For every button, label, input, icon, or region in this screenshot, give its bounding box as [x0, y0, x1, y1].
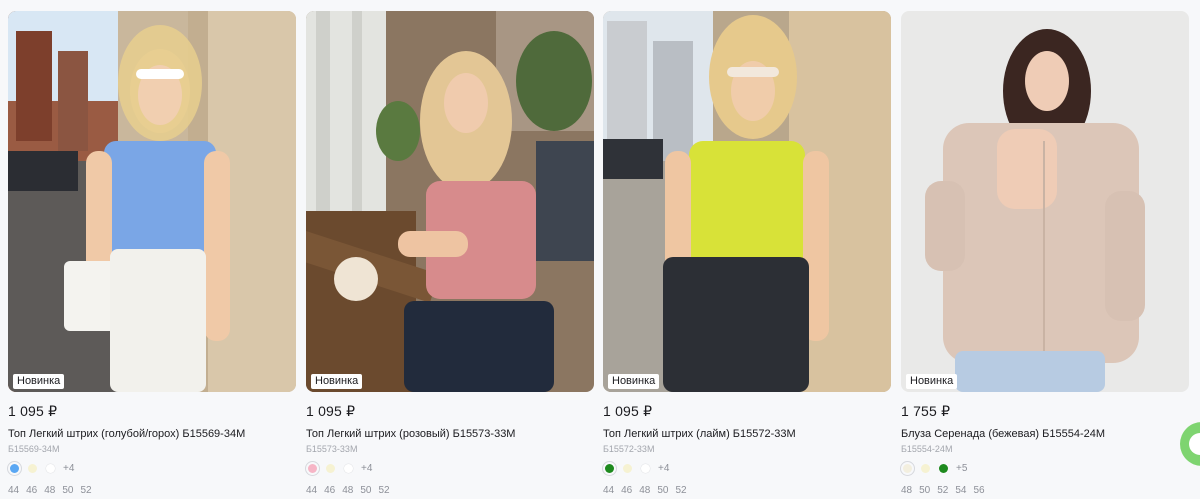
product-sku: Б15569-34М: [8, 444, 60, 454]
size-option[interactable]: 52: [937, 485, 948, 497]
more-colors[interactable]: +5: [956, 463, 967, 474]
color-swatches: +5: [901, 461, 967, 475]
size-option[interactable]: 50: [360, 485, 371, 497]
size-option[interactable]: 44: [306, 485, 317, 497]
color-swatch[interactable]: [901, 462, 914, 475]
size-option[interactable]: 46: [621, 485, 632, 497]
size-list: 44 46 48 50 52: [8, 485, 92, 497]
color-swatches: +4: [306, 461, 372, 475]
woman-blue-top-photo: [8, 11, 296, 392]
color-swatch[interactable]: [937, 462, 950, 475]
product-grid: Новинка 1 095 ₽ Топ Легкий штрих (голубо…: [8, 11, 1189, 499]
size-option[interactable]: 52: [676, 485, 687, 497]
product-card[interactable]: Новинка 1 095 ₽ Топ Легкий штрих (голубо…: [8, 11, 296, 499]
color-swatch[interactable]: [8, 462, 21, 475]
size-option[interactable]: 54: [955, 485, 966, 497]
product-sku: Б15554-24М: [901, 444, 953, 454]
product-card[interactable]: Новинка 1 095 ₽ Топ Легкий штрих (розовы…: [306, 11, 594, 499]
size-option[interactable]: 52: [379, 485, 390, 497]
more-colors[interactable]: +4: [361, 463, 372, 474]
size-option[interactable]: 50: [919, 485, 930, 497]
size-option[interactable]: 46: [26, 485, 37, 497]
new-badge: Новинка: [608, 374, 660, 389]
color-swatch[interactable]: [342, 462, 355, 475]
size-list: 48 50 52 54 56: [901, 485, 985, 497]
color-swatch[interactable]: [603, 462, 616, 475]
product-card[interactable]: Новинка 1 755 ₽ Блуза Серенада (бежевая)…: [901, 11, 1189, 499]
color-swatch[interactable]: [621, 462, 634, 475]
size-option[interactable]: 50: [62, 485, 73, 497]
product-photo[interactable]: [8, 11, 296, 392]
new-badge: Новинка: [311, 374, 363, 389]
product-title[interactable]: Топ Легкий штрих (голубой/горох) Б15569-…: [8, 427, 245, 441]
product-price: 1 095 ₽: [603, 403, 653, 419]
new-badge: Новинка: [13, 374, 65, 389]
color-swatch[interactable]: [324, 462, 337, 475]
size-option[interactable]: 56: [974, 485, 985, 497]
color-swatches: +4: [8, 461, 74, 475]
size-list: 44 46 48 50 52: [603, 485, 687, 497]
product-title[interactable]: Топ Легкий штрих (розовый) Б15573-33М: [306, 427, 515, 441]
product-sku: Б15572-33М: [603, 444, 655, 454]
size-option[interactable]: 44: [603, 485, 614, 497]
size-option[interactable]: 46: [324, 485, 335, 497]
size-option[interactable]: 48: [44, 485, 55, 497]
product-photo[interactable]: [603, 11, 891, 392]
product-title[interactable]: Топ Легкий штрих (лайм) Б15572-33М: [603, 427, 796, 441]
color-swatch[interactable]: [306, 462, 319, 475]
color-swatch[interactable]: [639, 462, 652, 475]
color-swatch[interactable]: [919, 462, 932, 475]
more-colors[interactable]: +4: [63, 463, 74, 474]
size-option[interactable]: 44: [8, 485, 19, 497]
woman-lime-top-photo: [603, 11, 891, 392]
size-option[interactable]: 48: [342, 485, 353, 497]
size-list: 44 46 48 50 52: [306, 485, 390, 497]
color-swatches: +4: [603, 461, 669, 475]
product-sku: Б15573-33М: [306, 444, 358, 454]
size-option[interactable]: 48: [901, 485, 912, 497]
new-badge: Новинка: [906, 374, 958, 389]
product-price: 1 755 ₽: [901, 403, 951, 419]
chat-bubble-inner: [1189, 433, 1200, 455]
product-price: 1 095 ₽: [8, 403, 58, 419]
product-title[interactable]: Блуза Серенада (бежевая) Б15554-24М: [901, 427, 1105, 441]
woman-pink-top-photo: [306, 11, 594, 392]
product-photo[interactable]: [306, 11, 594, 392]
more-colors[interactable]: +4: [658, 463, 669, 474]
color-swatch[interactable]: [44, 462, 57, 475]
size-option[interactable]: 50: [657, 485, 668, 497]
size-option[interactable]: 48: [639, 485, 650, 497]
color-swatch[interactable]: [26, 462, 39, 475]
size-option[interactable]: 52: [81, 485, 92, 497]
product-photo[interactable]: [901, 11, 1189, 392]
product-price: 1 095 ₽: [306, 403, 356, 419]
product-card[interactable]: Новинка 1 095 ₽ Топ Легкий штрих (лайм) …: [603, 11, 891, 499]
woman-beige-blouse-photo: [901, 11, 1189, 392]
